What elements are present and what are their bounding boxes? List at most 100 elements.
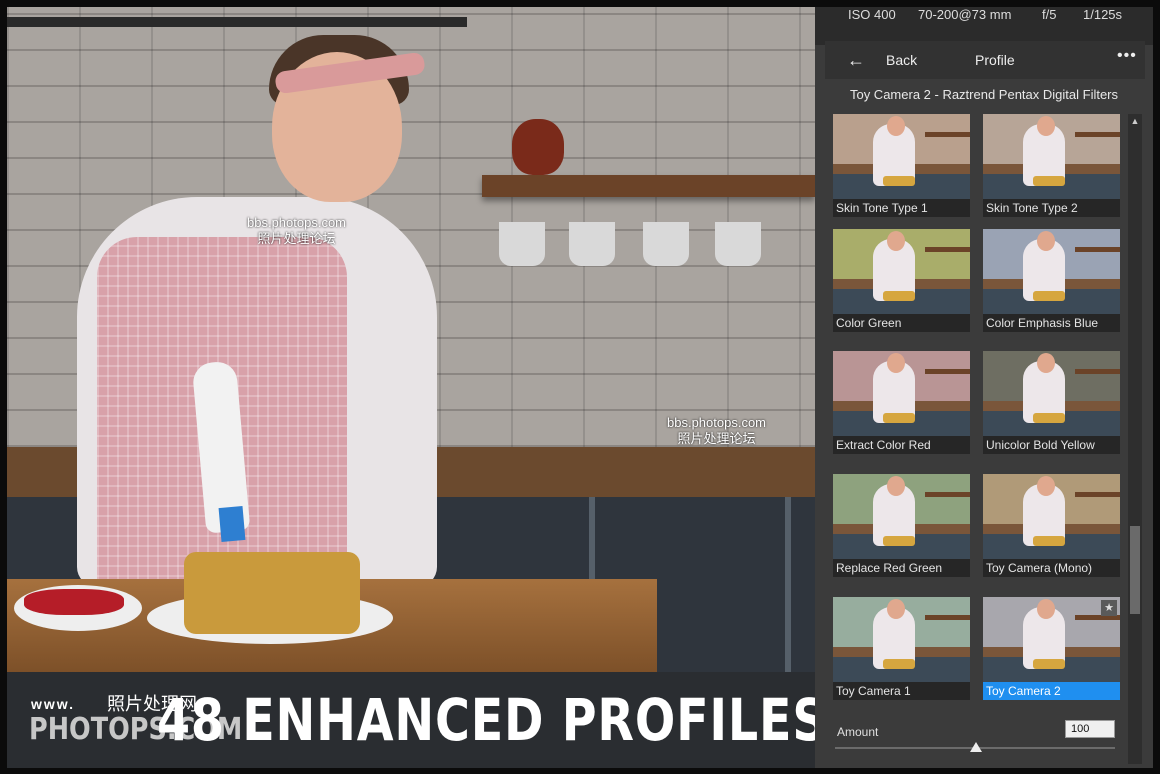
aperture-readout: f/5	[1042, 7, 1057, 22]
profile-tile[interactable]: Unicolor Bold Yellow	[983, 351, 1120, 454]
back-button[interactable]: Back	[886, 52, 917, 68]
profile-tile[interactable]: Skin Tone Type 2	[983, 114, 1120, 217]
profile-label: Unicolor Bold Yellow	[983, 436, 1120, 454]
iso-readout: ISO 400	[848, 7, 896, 22]
clay-pot	[512, 119, 564, 175]
strawberry-plate	[14, 585, 142, 631]
profile-label: Toy Camera 1	[833, 682, 970, 700]
thumb-shelf	[925, 615, 970, 620]
profile-thumbnail[interactable]	[833, 474, 970, 559]
thumb-cake	[883, 659, 915, 669]
banner-title: 48 ENHANCED PROFILES	[157, 686, 828, 754]
profile-thumbnail[interactable]	[983, 229, 1120, 314]
thumb-cake	[1033, 291, 1065, 301]
watermark: bbs.photops.com 照片处理论坛	[247, 215, 346, 247]
amount-input[interactable]	[1065, 720, 1115, 738]
thumb-head	[1037, 116, 1055, 136]
thumb-shelf	[925, 369, 970, 374]
profile-panel: ISO 400 70-200@73 mm f/5 1/125s ← Back P…	[815, 7, 1153, 768]
profile-tile[interactable]: Color Green	[833, 229, 970, 332]
profile-group-title: Toy Camera 2 - Raztrend Pentax Digital F…	[849, 87, 1119, 102]
profile-thumbnail[interactable]	[983, 351, 1120, 436]
thumb-shelf	[1075, 247, 1120, 252]
thumb-shelf	[925, 492, 970, 497]
thumb-shelf	[925, 132, 970, 137]
logo-www: www.	[31, 696, 76, 712]
profile-tile[interactable]: Toy Camera (Mono)	[983, 474, 1120, 577]
thumb-cake	[1033, 536, 1065, 546]
thumb-cake	[1033, 659, 1065, 669]
thumb-cake	[1033, 176, 1065, 186]
profile-thumbnail[interactable]	[983, 114, 1120, 199]
thumb-head	[1037, 599, 1055, 619]
profile-thumbnail[interactable]	[833, 114, 970, 199]
thumb-head	[887, 116, 905, 136]
favorite-star-icon[interactable]: ★	[1101, 600, 1117, 616]
more-options-icon[interactable]: •••	[1117, 47, 1137, 65]
watermark-line2: 照片处理论坛	[677, 431, 756, 446]
main-photo: bbs.photops.com 照片处理论坛 bbs.photops.com 照…	[7, 7, 815, 672]
thumb-head	[887, 231, 905, 251]
promo-banner: www. 照片处理网 PHOTOPS.COM 48 ENHANCED PROFI…	[7, 672, 827, 768]
scrollbar[interactable]: ▲	[1128, 114, 1142, 764]
profile-tile[interactable]: ★ Toy Camera 2	[983, 597, 1120, 700]
back-arrow-icon[interactable]: ←	[847, 50, 865, 71]
profile-thumbnail[interactable]	[983, 597, 1120, 682]
thumb-shelf	[1075, 369, 1120, 374]
thumb-cake	[883, 176, 915, 186]
profile-label: Skin Tone Type 2	[983, 199, 1120, 217]
profile-tile[interactable]: Skin Tone Type 1	[833, 114, 970, 217]
watermark-line1: bbs.photops.com	[247, 215, 347, 230]
profile-grid: Skin Tone Type 1 Skin Tone Type 2 Color Gr…	[833, 114, 1123, 709]
profile-thumbnail[interactable]	[833, 229, 970, 314]
thumb-head	[887, 476, 905, 496]
window-frame: bbs.photops.com 照片处理论坛 bbs.photops.com 照…	[0, 0, 1160, 774]
thumb-shelf	[1075, 132, 1120, 137]
thumb-shelf	[925, 247, 970, 252]
thumb-head	[1037, 353, 1055, 373]
thumb-cake	[883, 536, 915, 546]
profile-tile[interactable]: Toy Camera 1	[833, 597, 970, 700]
thumb-cake	[883, 413, 915, 423]
profile-label: Toy Camera 2	[983, 682, 1120, 700]
hanging-mug	[569, 222, 615, 266]
thumb-head	[1037, 476, 1055, 496]
scroll-thumb[interactable]	[1130, 526, 1140, 614]
amount-label: Amount	[837, 725, 879, 739]
amount-slider-handle[interactable]	[970, 742, 982, 752]
profile-tile[interactable]: Color Emphasis Blue	[983, 229, 1120, 332]
wooden-shelf	[482, 175, 815, 197]
thumb-head	[887, 599, 905, 619]
profile-thumbnail[interactable]	[983, 474, 1120, 559]
hanging-mug	[643, 222, 689, 266]
wall-rail	[7, 17, 467, 27]
watermark: bbs.photops.com 照片处理论坛	[667, 415, 766, 447]
hanging-mug	[715, 222, 761, 266]
hanging-mug	[499, 222, 545, 266]
thumb-shelf	[1075, 492, 1120, 497]
profile-label: Replace Red Green	[833, 559, 970, 577]
watermark-line2: 照片处理论坛	[257, 231, 336, 246]
profile-nav-bar: ← Back Profile •••	[825, 41, 1145, 79]
profile-label: Toy Camera (Mono)	[983, 559, 1120, 577]
watermark-line1: bbs.photops.com	[667, 415, 767, 430]
profile-label: Color Green	[833, 314, 970, 332]
thumb-cake	[1033, 413, 1065, 423]
profile-label: Extract Color Red	[833, 436, 970, 454]
profile-label: Skin Tone Type 1	[833, 199, 970, 217]
thumb-head	[887, 353, 905, 373]
piping-tip	[218, 506, 246, 542]
panel-title: Profile	[975, 52, 1015, 68]
profile-thumbnail[interactable]	[833, 597, 970, 682]
shutter-readout: 1/125s	[1083, 7, 1123, 22]
cake	[184, 552, 360, 634]
thumb-head	[1037, 231, 1055, 251]
profile-thumbnail[interactable]	[833, 351, 970, 436]
lens-readout: 70-200@73 mm	[918, 7, 1012, 22]
thumb-cake	[883, 291, 915, 301]
profile-tile[interactable]: Extract Color Red	[833, 351, 970, 454]
profile-label: Color Emphasis Blue	[983, 314, 1120, 332]
scroll-up-icon[interactable]: ▲	[1128, 114, 1142, 128]
exif-bar: ISO 400 70-200@73 mm f/5 1/125s	[815, 7, 1153, 45]
profile-tile[interactable]: Replace Red Green	[833, 474, 970, 577]
